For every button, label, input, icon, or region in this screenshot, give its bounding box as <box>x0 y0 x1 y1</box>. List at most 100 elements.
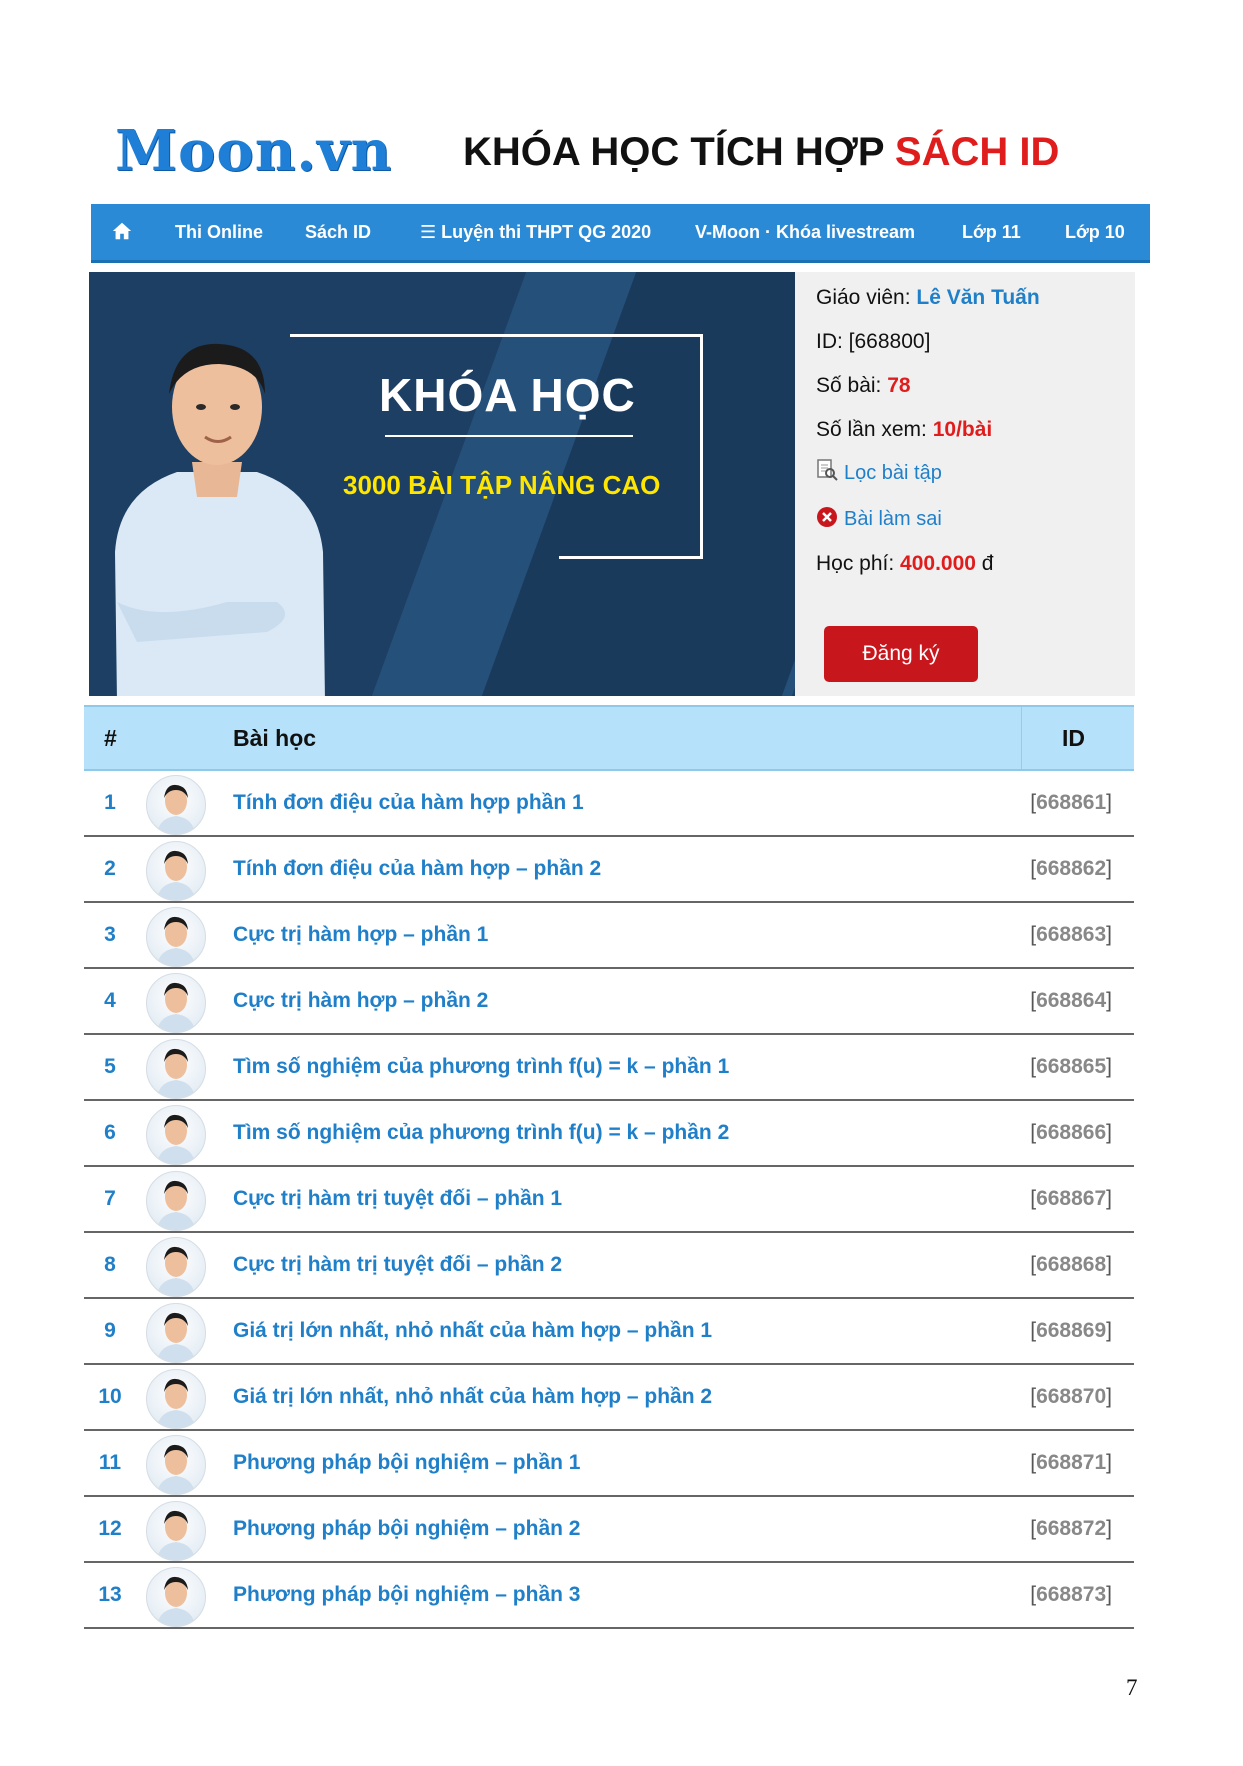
table-header: # Bài học ID <box>84 705 1134 771</box>
table-row[interactable]: 11 Phương pháp bội nghiệm – phần 1 [668871… <box>84 1431 1134 1497</box>
lesson-title[interactable]: Tìm số nghiệm của phương trình f(u) = k … <box>233 1121 729 1145</box>
page-number: 7 <box>1126 1675 1138 1700</box>
lesson-title[interactable]: Giá trị lớn nhất, nhỏ nhất của hàm hợp –… <box>233 1385 712 1409</box>
lesson-id[interactable]: [668872] <box>1030 1517 1112 1541</box>
lesson-title[interactable]: Cực trị hàm hợp – phần 1 <box>233 923 488 947</box>
lesson-number: 4 <box>104 989 116 1012</box>
lesson-id[interactable]: [668866] <box>1030 1121 1112 1145</box>
lesson-title[interactable]: Phương pháp bội nghiệm – phần 3 <box>233 1583 580 1607</box>
lesson-id[interactable]: [668870] <box>1030 1385 1112 1409</box>
lesson-id[interactable]: [668865] <box>1030 1055 1112 1079</box>
lesson-title[interactable]: Phương pháp bội nghiệm – phần 1 <box>233 1451 580 1475</box>
views-count: 10/bài <box>932 418 993 441</box>
teacher-avatar <box>146 1567 206 1627</box>
course-panel: KHÓA HỌC 3000 BÀI TẬP NÂNG CAO Giáo viên… <box>89 272 1135 696</box>
lesson-number: 7 <box>104 1187 116 1210</box>
lesson-title[interactable]: Cực trị hàm trị tuyệt đối – phần 1 <box>233 1187 562 1211</box>
top-navbar: Thi Online Sách ID ☰ Luyện thi THPT QG 2… <box>91 204 1150 263</box>
wrong-answer-link[interactable]: Bài làm sai <box>844 508 942 530</box>
lesson-number: 2 <box>104 857 116 880</box>
lesson-title[interactable]: Phương pháp bội nghiệm – phần 2 <box>233 1517 580 1541</box>
col-lesson: Bài học <box>233 725 317 751</box>
course-id: ID: [668800] <box>816 330 931 353</box>
fee-value: 400.000 <box>900 552 976 575</box>
lessons-row: Số bài: 78 <box>816 374 911 397</box>
nav-lop-10[interactable]: Lớp 10 <box>1065 222 1125 243</box>
table-row[interactable]: 2 Tính đơn điệu của hàm hợp – phần 2 [6688… <box>84 837 1134 903</box>
table-row[interactable]: 4 Cực trị hàm hợp – phần 2 [668864] <box>84 969 1134 1035</box>
lesson-id[interactable]: [668871] <box>1030 1451 1112 1475</box>
banner-title: KHÓA HỌC <box>379 369 636 421</box>
lesson-table: # Bài học ID 1 Tính đơn điệu của hàm hợp … <box>84 705 1134 1629</box>
lesson-number: 6 <box>104 1121 116 1144</box>
teacher-avatar <box>146 1501 206 1561</box>
register-button[interactable]: Đăng ký <box>824 626 978 682</box>
table-row[interactable]: 7 Cực trị hàm trị tuyệt đối – phần 1 [6688… <box>84 1167 1134 1233</box>
lesson-title[interactable]: Tính đơn điệu của hàm hợp phần 1 <box>233 791 584 815</box>
lesson-number: 1 <box>104 791 116 814</box>
teacher-avatar <box>146 841 206 901</box>
teacher-avatar <box>146 1369 206 1429</box>
nav-thi-online[interactable]: Thi Online <box>175 222 263 243</box>
lesson-number: 3 <box>104 923 116 946</box>
moon-logo[interactable]: Moon.vn <box>115 118 392 184</box>
lesson-title[interactable]: Giá trị lớn nhất, nhỏ nhất của hàm hợp –… <box>233 1319 712 1343</box>
col-id: ID <box>1062 725 1085 751</box>
lesson-id[interactable]: [668864] <box>1030 989 1112 1013</box>
lesson-id[interactable]: [668868] <box>1030 1253 1112 1277</box>
lesson-number: 13 <box>98 1583 122 1606</box>
nav-v-moon[interactable]: V-Moon · Khóa livestream <box>695 222 915 243</box>
lesson-id[interactable]: [668873] <box>1030 1583 1112 1607</box>
heading-highlight: SÁCH ID <box>894 130 1060 174</box>
filter-row[interactable]: Lọc bài tập <box>816 458 942 485</box>
lesson-number: 9 <box>104 1319 116 1342</box>
course-info: Giáo viên: Lê Văn Tuấn ID: [668800] Số b… <box>816 272 1116 696</box>
table-row[interactable]: 8 Cực trị hàm trị tuyệt đối – phần 2 [6688… <box>84 1233 1134 1299</box>
table-row[interactable]: 6 Tìm số nghiệm của phương trình f(u) = k… <box>84 1101 1134 1167</box>
filter-exercise-link[interactable]: Lọc bài tập <box>844 462 942 484</box>
table-row[interactable]: 12 Phương pháp bội nghiệm – phần 2 [668872… <box>84 1497 1134 1563</box>
nav-lop-11[interactable]: Lớp 11 <box>962 222 1021 243</box>
teacher-avatar <box>146 775 206 835</box>
table-row[interactable]: 13 Phương pháp bội nghiệm – phần 3 [668873… <box>84 1563 1134 1629</box>
lesson-number: 11 <box>98 1451 122 1474</box>
lesson-id[interactable]: [668861] <box>1030 791 1112 815</box>
lesson-title[interactable]: Tính đơn điệu của hàm hợp – phần 2 <box>233 857 601 881</box>
table-row[interactable]: 10 Giá trị lớn nhất, nhỏ nhất của hàm hợp… <box>84 1365 1134 1431</box>
lesson-id[interactable]: [668862] <box>1030 857 1112 881</box>
teacher-avatar <box>146 1303 206 1363</box>
lesson-title[interactable]: Cực trị hàm hợp – phần 2 <box>233 989 488 1013</box>
lesson-number: 12 <box>98 1517 122 1540</box>
teacher-avatar <box>146 1237 206 1297</box>
teacher-avatar <box>146 1105 206 1165</box>
teacher-avatar <box>146 1171 206 1231</box>
lesson-title[interactable]: Cực trị hàm trị tuyệt đối – phần 2 <box>233 1253 562 1277</box>
lesson-title[interactable]: Tìm số nghiệm của phương trình f(u) = k … <box>233 1055 729 1079</box>
wrong-answer-icon <box>817 507 837 527</box>
lesson-id[interactable]: [668863] <box>1030 923 1112 947</box>
teacher-row: Giáo viên: Lê Văn Tuấn <box>816 286 1040 309</box>
table-row[interactable]: 5 Tìm số nghiệm của phương trình f(u) = k… <box>84 1035 1134 1101</box>
lesson-id[interactable]: [668869] <box>1030 1319 1112 1343</box>
table-row[interactable]: 1 Tính đơn điệu của hàm hợp phần 1 [668861… <box>84 771 1134 837</box>
filter-exercise-icon <box>817 459 838 481</box>
teacher-name[interactable]: Lê Văn Tuấn <box>916 286 1039 309</box>
teacher-photo <box>115 343 325 696</box>
teacher-avatar <box>146 973 206 1033</box>
table-row[interactable]: 3 Cực trị hàm hợp – phần 1 [668863] <box>84 903 1134 969</box>
lesson-number: 5 <box>104 1055 116 1078</box>
teacher-avatar <box>146 907 206 967</box>
course-banner[interactable]: KHÓA HỌC 3000 BÀI TẬP NÂNG CAO <box>89 272 795 696</box>
lesson-id[interactable]: [668867] <box>1030 1187 1112 1211</box>
page-heading: KHÓA HỌC TÍCH HỢP SÁCH ID <box>463 130 1059 175</box>
home-icon[interactable] <box>111 220 133 247</box>
views-row: Số lần xem: 10/bài <box>816 418 993 441</box>
nav-luyen-thi[interactable]: ☰ Luyện thi THPT QG 2020 <box>420 222 651 243</box>
col-num: # <box>104 725 117 751</box>
banner-subtitle: 3000 BÀI TẬP NÂNG CAO <box>343 470 661 500</box>
table-row[interactable]: 9 Giá trị lớn nhất, nhỏ nhất của hàm hợp … <box>84 1299 1134 1365</box>
lessons-count: 78 <box>887 374 911 397</box>
nav-sach-id[interactable]: Sách ID <box>305 222 371 243</box>
wrong-row[interactable]: Bài làm sai <box>816 506 942 531</box>
heading-main: KHÓA HỌC TÍCH HỢP <box>463 130 895 174</box>
